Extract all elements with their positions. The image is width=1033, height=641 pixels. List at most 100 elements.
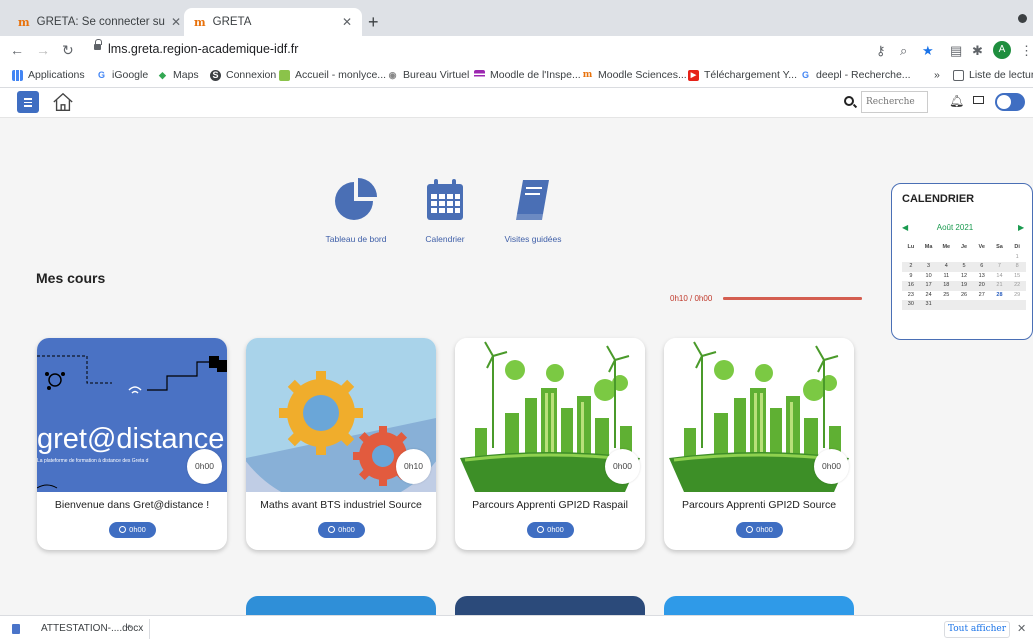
calendar-day[interactable]: 22 — [1008, 281, 1026, 291]
calendar-day[interactable]: 16 — [902, 281, 920, 291]
search-icon[interactable] — [844, 96, 854, 106]
calendar-day[interactable]: 6 — [973, 262, 991, 272]
calendar-day[interactable]: 9 — [902, 272, 920, 282]
course-card-partial[interactable] — [664, 596, 854, 615]
bookmark-moodle-inspe[interactable]: Moodle de l'Inspe... — [474, 69, 581, 81]
bookmark-deepl[interactable]: G deepl - Recherche... — [800, 69, 911, 81]
extension-page-icon[interactable]: ▤ — [950, 43, 962, 59]
quicklink-tableau-de-bord[interactable]: Tableau de bord — [311, 176, 401, 244]
calendar-day[interactable]: 24 — [920, 291, 938, 301]
bookmark-applications[interactable]: Applications — [12, 69, 85, 81]
calendar-day[interactable]: 27 — [973, 291, 991, 301]
calendar-day[interactable]: 13 — [973, 272, 991, 282]
bookmark-label: deepl - Recherche... — [816, 69, 911, 81]
more-menu-icon[interactable]: ⋮ — [1020, 43, 1033, 59]
hamburger-menu-button[interactable] — [17, 91, 39, 113]
calendar-day[interactable]: 28 — [991, 291, 1009, 301]
calendar-day[interactable]: 1 — [1008, 253, 1026, 263]
calendar-day[interactable]: 10 — [920, 272, 938, 282]
calendar-day[interactable]: 29 — [1008, 291, 1026, 301]
calendar-day — [955, 253, 973, 263]
calendar-day[interactable]: 18 — [937, 281, 955, 291]
clock-icon — [119, 526, 127, 533]
calendar-day[interactable]: 7 — [991, 262, 1009, 272]
course-card[interactable]: 0h10 Maths avant BTS industriel Source 0… — [246, 338, 436, 550]
greta-favicon-icon: m — [18, 15, 30, 29]
calendar-day[interactable]: 12 — [955, 272, 973, 282]
time-badge: 0h00 — [527, 522, 574, 538]
quicklink-visites-guidees[interactable]: Visites guidées — [488, 176, 578, 244]
calendar-day[interactable]: 20 — [973, 281, 991, 291]
course-card[interactable]: gret@distance La plateforme de formation… — [37, 338, 227, 550]
tab-login[interactable]: m GRETA: Se connecter sur le site ✕ — [8, 8, 191, 36]
calendar-day — [973, 300, 991, 310]
bookmark-youtube[interactable]: ▶ Téléchargement Y... — [688, 69, 797, 81]
bookmark-label: Connexion — [226, 69, 277, 81]
forward-icon[interactable]: → — [36, 42, 50, 58]
course-card[interactable]: 0h00 Parcours Apprenti GPI2D Raspail 0h0… — [455, 338, 645, 550]
calendar-day[interactable]: 5 — [955, 262, 973, 272]
course-card[interactable]: 0h00 Parcours Apprenti GPI2D Source 0h00 — [664, 338, 854, 550]
progress-label: 0h10 / 0h00 — [670, 294, 713, 303]
calendar-day[interactable]: 17 — [920, 281, 938, 291]
calendar-day[interactable]: 23 — [902, 291, 920, 301]
calendar-day[interactable]: 15 — [1008, 272, 1026, 282]
calendar-day[interactable]: 2 — [902, 262, 920, 272]
calendar-day[interactable]: 4 — [937, 262, 955, 272]
home-icon[interactable] — [52, 91, 74, 113]
bookmarks-overflow[interactable]: » — [934, 69, 940, 81]
notification-bell-icon[interactable]: 🔔︎ — [949, 94, 964, 108]
close-tab-icon[interactable]: ✕ — [342, 15, 352, 29]
image-subtext: La plateforme de formation à distance de… — [37, 458, 149, 464]
next-month-icon[interactable]: ▶ — [1018, 223, 1024, 232]
bookmarks-bar: Applications G iGoogle ◆ Maps S Connexio… — [0, 64, 1033, 88]
search-input[interactable] — [861, 91, 928, 113]
browser-menu-dot-icon[interactable] — [1018, 14, 1027, 23]
quicklink-label: Tableau de bord — [325, 234, 387, 244]
back-icon[interactable]: ← — [10, 42, 24, 58]
close-tab-icon[interactable]: ✕ — [171, 15, 181, 29]
bookmark-star-icon[interactable]: ★ — [922, 43, 934, 59]
user-menu-toggle[interactable] — [995, 93, 1025, 111]
calendar-day[interactable]: 14 — [991, 272, 1009, 282]
calendar-day[interactable]: 26 — [955, 291, 973, 301]
time-badge: 0h00 — [318, 522, 365, 538]
calendar-day[interactable]: 11 — [937, 272, 955, 282]
calendar-day — [991, 253, 1009, 263]
url-field[interactable]: lms.greta.region-academique-idf.fr — [108, 42, 298, 56]
calendar-day[interactable]: 30 — [902, 300, 920, 310]
tab-greta[interactable]: m GRETA ✕ — [184, 8, 362, 36]
bookmark-reading-list[interactable]: Liste de lecture — [953, 69, 1033, 81]
calendar-day[interactable]: 21 — [991, 281, 1009, 291]
bookmark-connexion[interactable]: S Connexion — [210, 69, 276, 81]
quicklink-calendrier[interactable]: Calendrier — [400, 176, 490, 244]
close-icon[interactable]: ✕ — [1017, 622, 1026, 635]
profile-avatar[interactable]: A — [993, 41, 1011, 59]
badge-text: 0h00 — [129, 525, 146, 534]
new-tab-button[interactable]: + — [368, 12, 379, 33]
calendar-day[interactable]: 8 — [1008, 262, 1026, 272]
calendar-block: CALENDRIER ◀ Août 2021 ▶ Lu Ma Me Je Ve Sa Di 1… — [891, 183, 1033, 340]
mail-icon[interactable] — [973, 96, 984, 104]
bookmark-maps[interactable]: ◆ Maps — [157, 69, 199, 81]
key-icon[interactable]: ⚷ — [876, 43, 886, 59]
bookmark-moodle-sciences[interactable]: m Moodle Sciences... — [582, 69, 687, 81]
calendar-icon — [427, 179, 463, 220]
chevron-up-icon[interactable]: ^ — [127, 623, 131, 633]
connexion-icon: S — [210, 69, 221, 81]
bookmark-igoogle[interactable]: G iGoogle — [96, 69, 148, 81]
calendar-day[interactable]: 31 — [920, 300, 938, 310]
bookmark-monlycee[interactable]: Accueil - monlyce... — [279, 69, 386, 81]
puzzle-icon[interactable]: ✱ — [972, 43, 983, 59]
reload-icon[interactable]: ↻ — [62, 42, 74, 59]
course-card-partial[interactable] — [455, 596, 645, 615]
course-card-partial[interactable] — [246, 596, 436, 615]
badge-text: 0h00 — [756, 525, 773, 534]
calendar-day[interactable]: 25 — [937, 291, 955, 301]
calendar-day[interactable]: 19 — [955, 281, 973, 291]
course-image: 0h00 — [455, 338, 645, 492]
bookmark-bureau[interactable]: ◉ Bureau Virtuel — [387, 69, 470, 81]
zoom-icon[interactable]: ⌕ — [900, 43, 907, 59]
show-all-button[interactable]: Tout afficher — [944, 621, 1010, 638]
calendar-day[interactable]: 3 — [920, 262, 938, 272]
